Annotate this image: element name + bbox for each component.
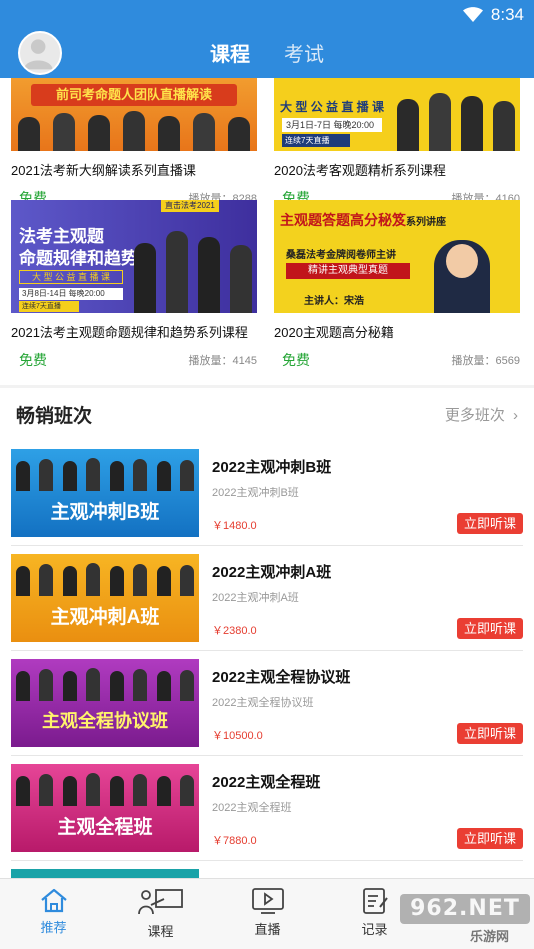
banner-sub: 桑磊法考金牌阅卷师主讲	[286, 250, 396, 261]
course-banner: 主观题答题高分秘笈系列讲座 桑磊法考金牌阅卷师主讲 精讲主观典型真题 主讲人：宋…	[274, 200, 520, 313]
banner-note: 连续7天直播	[282, 134, 350, 147]
class-title: 2022主观冲刺B班	[212, 459, 332, 476]
banner-date: 3月8日-14日 每晚20:00	[19, 288, 123, 300]
banner-speaker: 主讲人：宋浩	[304, 296, 364, 307]
app-header: 8:34 课程 考试	[0, 0, 534, 81]
course-card[interactable]: 大 型 公 益 直 播 课 3月1日-7日 每晚20:00 连续7天直播 202…	[274, 78, 520, 208]
nav-item-recommend[interactable]: 推荐	[0, 879, 107, 949]
more-classes-label: 更多班次	[444, 407, 505, 424]
course-plays: 播放量：4145	[188, 355, 257, 367]
nav-item-live[interactable]: 直播	[214, 879, 321, 949]
class-banner: 主观全程协议班	[11, 659, 199, 747]
banner-date: 3月1日-7日 每晚20:00	[282, 118, 382, 132]
banner-sub: 大 型 公 益 直 播 课	[19, 270, 123, 284]
list-item[interactable]: 主观冲刺B班 2022主观冲刺B班 2022主观冲刺B班 ￥1480.0 立即听…	[0, 441, 534, 546]
chevron-right-icon: ›	[513, 407, 518, 424]
class-title: 2022主观冲刺A班	[212, 564, 332, 581]
course-card[interactable]: 直击法考2021 法考主观题 命题规律和趋势 大 型 公 益 直 播 课 3月8…	[11, 200, 257, 370]
list-item[interactable]: 主观全程班 2022主观全程班 2022主观全程班 ￥7880.0 立即听课	[0, 756, 534, 861]
nav-label: 推荐	[40, 920, 67, 935]
status-bar: 8:34	[462, 4, 524, 26]
user-icon	[23, 39, 53, 70]
listen-now-button[interactable]: 立即听课	[457, 513, 523, 534]
course-title: 2020法考客观题精析系列课程	[274, 163, 446, 178]
class-price: ￥1480.0	[212, 520, 257, 532]
banner-caption: 主观冲刺A班	[50, 607, 160, 628]
bestseller-section: 畅销班次 更多班次 › 主观冲刺B班 2022主观冲刺B班 2022主观冲刺B班…	[0, 388, 534, 878]
live-icon	[251, 888, 284, 914]
class-title: 2022主观全程班	[212, 774, 321, 791]
class-price: ￥10500.0	[212, 730, 263, 742]
wifi-icon	[462, 7, 483, 22]
course-price: 免费	[282, 352, 310, 368]
watermark-logo: 962.NET 乐游网	[400, 892, 530, 944]
listen-now-button[interactable]: 立即听课	[457, 723, 523, 744]
nav-label: 记录	[361, 922, 388, 937]
home-icon	[40, 888, 67, 913]
class-icon	[137, 889, 183, 915]
banner-sub-2: 精讲主观典型真题	[286, 263, 410, 279]
banner-caption: 主观冲刺B班	[50, 502, 160, 523]
course-banner: 大 型 公 益 直 播 课 3月1日-7日 每晚20:00 连续7天直播	[274, 78, 520, 151]
banner-note: 连续7天直播	[19, 301, 79, 312]
class-price: ￥7880.0	[212, 835, 257, 847]
banner-caption: 主观题答题高分秘笈	[280, 212, 406, 228]
list-item[interactable]	[0, 861, 534, 878]
more-classes-link[interactable]: 更多班次 ›	[445, 404, 518, 425]
class-subtitle: 2022主观冲刺B班	[212, 487, 299, 499]
banner-caption: 主观全程班	[57, 817, 153, 838]
class-banner: 主观全程班	[11, 764, 199, 852]
section-title: 畅销班次	[16, 406, 93, 427]
course-grid: 前司考命题人团队直播解读 2021法考新大纲解读系列直播课 免费 播放量：828…	[0, 78, 534, 385]
class-subtitle: 2022主观全程协议班	[212, 697, 314, 709]
class-subtitle: 2022主观冲刺A班	[212, 592, 299, 604]
banner-caption: 前司考命题人团队直播解读	[31, 84, 237, 106]
class-title: 2022主观全程协议班	[212, 669, 351, 686]
record-icon	[362, 888, 388, 914]
tab-exam[interactable]: 考试	[284, 38, 324, 73]
course-title: 2021法考新大纲解读系列直播课	[11, 163, 196, 178]
course-banner: 前司考命题人团队直播解读	[11, 78, 257, 151]
course-card[interactable]: 前司考命题人团队直播解读 2021法考新大纲解读系列直播课 免费 播放量：828…	[11, 78, 257, 208]
list-item[interactable]: 主观全程协议班 2022主观全程协议班 2022主观全程协议班 ￥10500.0…	[0, 651, 534, 756]
course-card[interactable]: 主观题答题高分秘笈系列讲座 桑磊法考金牌阅卷师主讲 精讲主观典型真题 主讲人：宋…	[274, 200, 520, 370]
banner-tag: 直击法考2021	[161, 200, 219, 212]
listen-now-button[interactable]: 立即听课	[457, 828, 523, 849]
watermark-sub: 乐游网	[470, 929, 510, 944]
avatar[interactable]	[18, 31, 62, 75]
class-banner	[11, 869, 199, 878]
nav-label: 直播	[254, 922, 281, 937]
course-title: 2020主观题高分秘籍	[274, 325, 394, 340]
banner-caption: 主观全程协议班	[42, 711, 168, 731]
top-tabs: 课程 考试	[210, 38, 324, 81]
class-banner: 主观冲刺B班	[11, 449, 199, 537]
banner-caption: 大 型 公 益 直 播 课	[280, 100, 385, 114]
section-header: 畅销班次 更多班次 ›	[0, 388, 534, 438]
class-subtitle: 2022主观全程班	[212, 802, 292, 814]
course-title: 2021法考主观题命题规律和趋势系列课程	[11, 325, 248, 340]
class-banner: 主观冲刺A班	[11, 554, 199, 642]
course-plays: 播放量：6569	[451, 355, 520, 367]
listen-now-button[interactable]: 立即听课	[457, 618, 523, 639]
course-price: 免费	[19, 352, 47, 368]
nav-label: 课程	[147, 924, 174, 939]
nav-item-course[interactable]: 课程	[107, 879, 214, 949]
class-price: ￥2380.0	[212, 625, 257, 637]
watermark-text: 962.NET	[400, 894, 530, 924]
course-banner: 直击法考2021 法考主观题 命题规律和趋势 大 型 公 益 直 播 课 3月8…	[11, 200, 257, 313]
list-item[interactable]: 主观冲刺A班 2022主观冲刺A班 2022主观冲刺A班 ￥2380.0 立即听…	[0, 546, 534, 651]
tab-course[interactable]: 课程	[210, 38, 250, 81]
banner-suffix: 系列讲座	[406, 217, 446, 228]
banner-caption-2: 命题规律和趋势	[19, 249, 138, 268]
status-time: 8:34	[490, 5, 524, 24]
